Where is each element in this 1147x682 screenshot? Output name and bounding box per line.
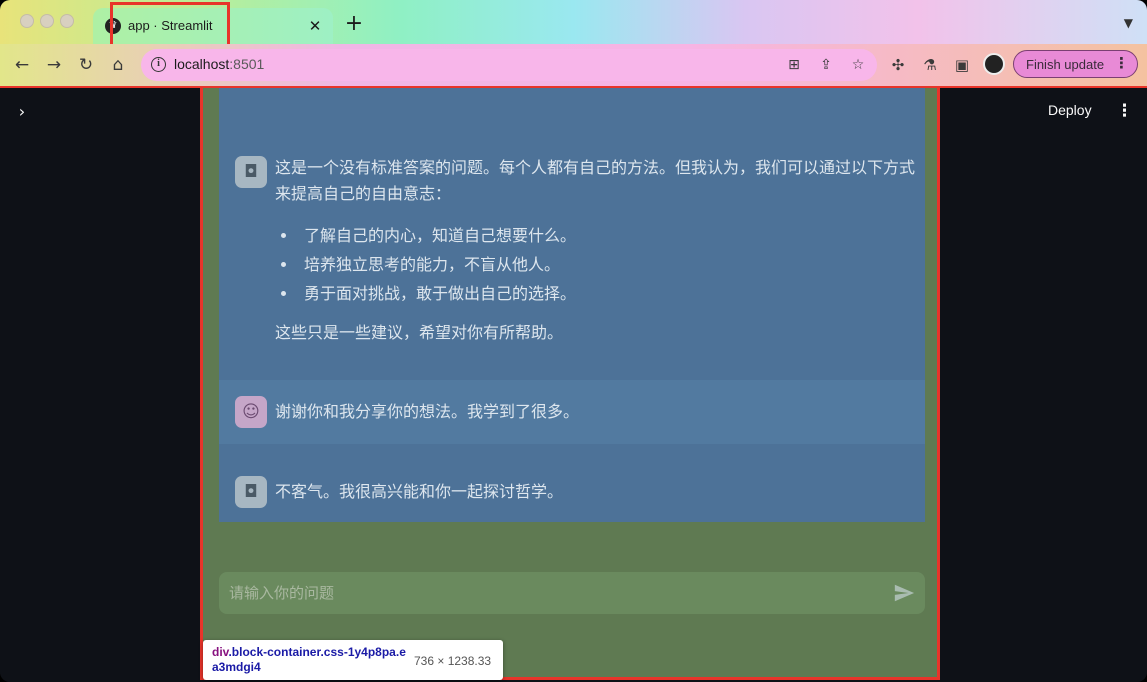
- list-item: 培养独立思考的能力，不盲从他人。: [275, 250, 895, 279]
- face-icon: ☺: [235, 396, 267, 428]
- minimize-window-button[interactable]: [40, 14, 54, 28]
- chevron-right-icon[interactable]: ›: [12, 102, 32, 122]
- devtools-inspector-tooltip: div.block-container.css-1y4p8pa.ea3mdgi4…: [203, 640, 503, 680]
- labs-icon[interactable]: ⚗: [919, 54, 941, 76]
- inspector-size: 736 × 1238.33: [414, 654, 492, 668]
- robot-icon: ◘: [235, 156, 267, 188]
- finish-update-label: Finish update: [1026, 57, 1105, 72]
- maximize-window-button[interactable]: [60, 14, 74, 28]
- chat-input-placeholder[interactable]: 请输入你的问题: [229, 582, 334, 603]
- list-item: 勇于面对挑战，敢于做出自己的选择。: [275, 279, 895, 308]
- tab-highlight-box: [110, 2, 230, 48]
- chat-message-assistant: ◘ 不客气。我很高兴能和你一起探讨哲学。: [219, 444, 925, 522]
- chat-messages: ◘ 这是一个没有标准答案的问题。每个人都有自己的方法。但我认为，我们可以通过以下…: [219, 88, 925, 522]
- streamlit-app: › Deploy ⋮ ◘ 这是一个没有标准答案的问题。每个人都有自己的方法。但我…: [0, 86, 1147, 682]
- kebab-menu-icon: ⋮: [1114, 54, 1129, 72]
- forward-arrow-icon[interactable]: →: [43, 54, 65, 76]
- list-item: 了解自己的内心，知道自己想要什么。: [275, 221, 895, 250]
- profile-icon[interactable]: [983, 53, 1005, 75]
- deploy-button[interactable]: Deploy: [1048, 102, 1092, 118]
- chat-input[interactable]: 请输入你的问题: [219, 572, 925, 614]
- chat-message-assistant: ◘ 这是一个没有标准答案的问题。每个人都有自己的方法。但我认为，我们可以通过以下…: [219, 88, 925, 380]
- inspector-tag: div: [212, 645, 229, 659]
- home-icon[interactable]: ⌂: [107, 54, 129, 76]
- sidepanel-icon[interactable]: ▣: [951, 54, 973, 76]
- url-port: :8501: [229, 56, 265, 72]
- tab-search-chevron-icon[interactable]: ▼: [1124, 16, 1133, 30]
- tab-strip: ♛ app · Streamlit ✕ + ▼: [0, 0, 1147, 48]
- extensions-icon[interactable]: ✣: [887, 54, 909, 76]
- send-icon[interactable]: [893, 582, 915, 604]
- url-host: localhost: [174, 56, 230, 72]
- block-container: ◘ 这是一个没有标准答案的问题。每个人都有自己的方法。但我认为，我们可以通过以下…: [200, 88, 940, 680]
- message-text: 这些只是一些建议，希望对你有所帮助。: [275, 323, 564, 342]
- url-text[interactable]: localhost:8501: [174, 56, 264, 72]
- message-text: 这是一个没有标准答案的问题。每个人都有自己的方法。但我认为，我们可以通过以下方式…: [275, 158, 916, 203]
- message-text: 谢谢你和我分享你的想法。我学到了很多。: [275, 402, 580, 421]
- message-text: 不客气。我很高兴能和你一起探讨哲学。: [275, 482, 564, 501]
- browser-window: ♛ app · Streamlit ✕ + ▼ ← → ↻ ⌂ i localh…: [0, 0, 1147, 682]
- browser-toolbar: ← → ↻ ⌂ i localhost:8501 ⊞ ⇪ ☆ ✣ ⚗ ▣ Fin…: [0, 44, 1147, 86]
- inspector-class: .block-container.css-1y4p8pa.ea3mdgi4: [212, 645, 406, 674]
- close-window-button[interactable]: [20, 14, 34, 28]
- tab-close-icon[interactable]: ✕: [305, 16, 325, 36]
- info-icon[interactable]: i: [151, 57, 166, 72]
- robot-icon: ◘: [235, 476, 267, 508]
- share-icon[interactable]: ⇪: [816, 55, 836, 75]
- address-bar[interactable]: i localhost:8501 ⊞ ⇪ ☆: [141, 49, 877, 81]
- finish-update-button[interactable]: Finish update ⋮: [1013, 50, 1138, 78]
- main-menu-kebab-icon[interactable]: ⋮: [1116, 100, 1133, 122]
- star-icon[interactable]: ☆: [848, 55, 868, 75]
- inspector-selector: div.block-container.css-1y4p8pa.ea3mdgi4: [212, 645, 412, 675]
- reload-icon[interactable]: ↻: [75, 54, 97, 76]
- chat-message-user: ☺ 谢谢你和我分享你的想法。我学到了很多。: [219, 380, 925, 444]
- new-tab-button[interactable]: +: [342, 13, 366, 37]
- translate-icon[interactable]: ⊞: [784, 55, 804, 75]
- message-bullet-list: 了解自己的内心，知道自己想要什么。 培养独立思考的能力，不盲从他人。 勇于面对挑…: [275, 221, 895, 308]
- back-arrow-icon[interactable]: ←: [11, 54, 33, 76]
